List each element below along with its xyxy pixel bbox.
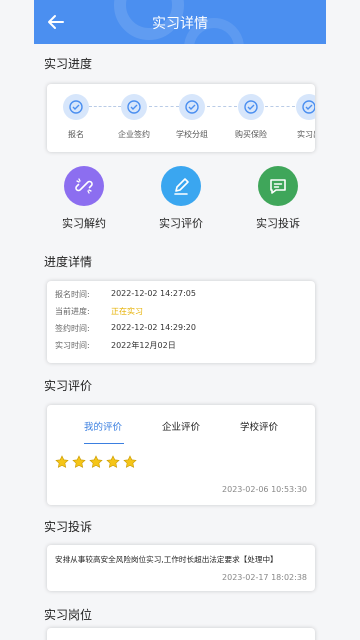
tab-my-evaluation[interactable]: 我的评价 — [84, 419, 122, 433]
active-tab-indicator — [84, 443, 124, 444]
current-status-value: 正在实习 — [111, 307, 143, 316]
evaluation-section-title: 实习评价 — [44, 379, 93, 393]
step-label: 学校分组 — [176, 130, 208, 139]
star-icon — [72, 455, 86, 468]
progress-step: 学校分组 — [164, 94, 220, 140]
step-label: 购买保险 — [235, 130, 267, 139]
unlink-icon — [64, 166, 104, 206]
step-label: 企业签约 — [118, 130, 150, 139]
check-circle-icon — [179, 94, 205, 120]
star-icon — [55, 455, 69, 468]
step-label: 报名 — [68, 130, 84, 139]
detail-row: 签约时间: 2022-12-02 14:29:20 — [55, 323, 315, 340]
evaluate-internship-button[interactable]: 实习评价 — [146, 166, 216, 231]
detail-row: 报名时间: 2022-12-02 14:27:05 — [55, 289, 315, 306]
detail-value: 2022年12月02日 — [111, 341, 176, 350]
page-title: 实习详情 — [152, 16, 208, 32]
detail-section-title: 进度详情 — [44, 255, 93, 269]
action-label: 实习解约 — [62, 217, 106, 230]
tab-company-evaluation[interactable]: 企业评价 — [162, 419, 200, 433]
check-circle-icon — [238, 94, 264, 120]
action-label: 实习评价 — [159, 217, 203, 230]
check-circle-icon — [121, 94, 147, 120]
detail-key: 实习时间: — [55, 341, 90, 350]
detail-row: 当前进度: 正在实习 — [55, 306, 315, 323]
evaluation-card: 我的评价 企业评价 学校评价 2023-02-06 10:53:30 — [47, 405, 315, 505]
detail-key: 签约时间: — [55, 324, 90, 333]
detail-value: 2022-12-02 14:27:05 — [111, 289, 196, 298]
evaluation-tabs: 我的评价 企业评价 学校评价 — [47, 419, 315, 445]
progress-step: 报名 — [48, 94, 104, 140]
progress-card[interactable]: 报名 企业签约 学校分组 购买保险 实习出 — [47, 84, 315, 152]
complain-internship-button[interactable]: 实习投诉 — [243, 166, 313, 231]
complaint-card[interactable]: 安排从事较高安全风险岗位实习,工作时长超出法定要求【处理中】 2023-02-1… — [47, 545, 315, 591]
post-card — [47, 628, 315, 640]
progress-section-title: 实习进度 — [44, 57, 93, 71]
detail-card: 报名时间: 2022-12-02 14:27:05 当前进度: 正在实习 签约时… — [47, 281, 315, 363]
app-header: 实习详情 — [34, 0, 326, 44]
message-icon — [258, 166, 298, 206]
star-icon — [89, 455, 103, 468]
progress-step: 企业签约 — [106, 94, 162, 140]
tab-school-evaluation[interactable]: 学校评价 — [240, 419, 278, 433]
complaint-time: 2023-02-17 18:02:38 — [222, 573, 307, 582]
check-circle-icon — [63, 94, 89, 120]
edit-icon — [161, 166, 201, 206]
detail-row: 实习时间: 2022年12月02日 — [55, 340, 315, 357]
progress-step: 购买保险 — [223, 94, 279, 140]
detail-key: 当前进度: — [55, 307, 90, 316]
complaint-text: 安排从事较高安全风险岗位实习,工作时长超出法定要求【处理中】 — [55, 555, 278, 564]
post-section-title: 实习岗位 — [44, 608, 93, 622]
action-label: 实习投诉 — [256, 217, 300, 230]
complaint-section-title: 实习投诉 — [44, 520, 93, 534]
action-bar: 实习解约 实习评价 实习投诉 — [34, 166, 326, 232]
star-icon — [106, 455, 120, 468]
detail-key: 报名时间: — [55, 290, 90, 299]
terminate-internship-button[interactable]: 实习解约 — [49, 166, 119, 231]
progress-step: 实习出 — [281, 94, 315, 140]
star-icon — [123, 455, 137, 468]
detail-value: 2022-12-02 14:29:20 — [111, 323, 196, 332]
check-circle-icon — [296, 94, 315, 120]
star-rating — [55, 455, 137, 469]
step-label: 实习出 — [297, 130, 315, 139]
evaluation-time: 2023-02-06 10:53:30 — [222, 485, 307, 494]
